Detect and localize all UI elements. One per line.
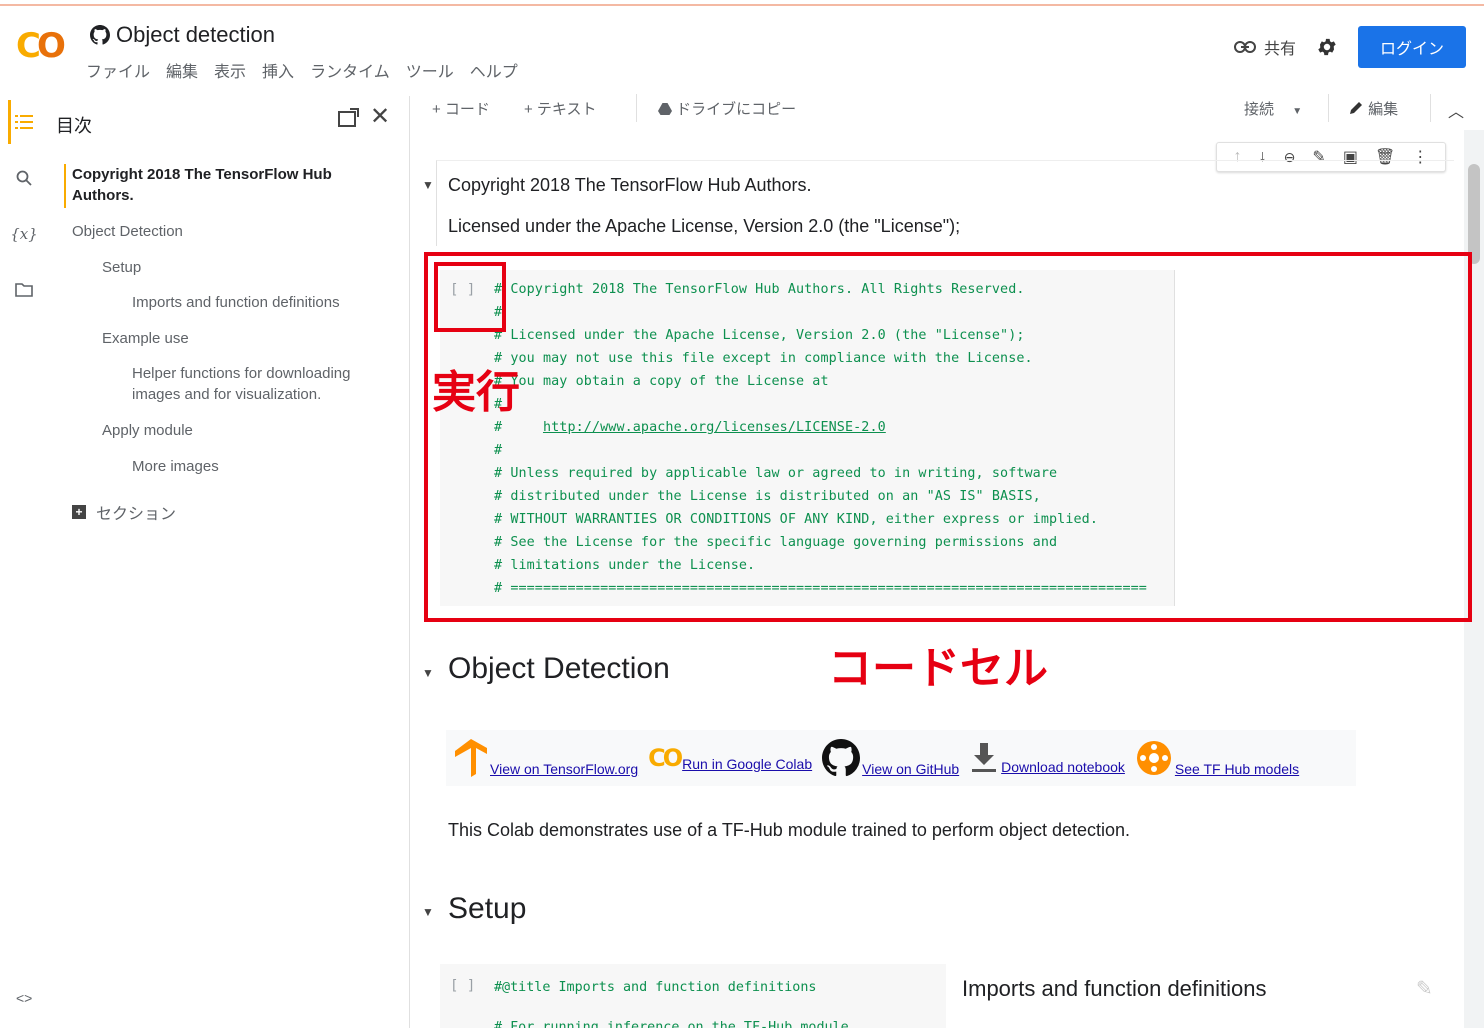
toc-title: 目次 bbox=[56, 116, 92, 136]
annotation-run-label: 実行 bbox=[432, 367, 520, 418]
code-line: #@title Imports and function definitions bbox=[494, 980, 817, 995]
edit-mode-button[interactable]: 編集 bbox=[1348, 98, 1398, 119]
header: CO Object detection ファイル 編集 表示 挿入 ランタイム … bbox=[0, 8, 1484, 88]
link-icon bbox=[1233, 41, 1256, 53]
toc-item-example-use[interactable]: Example use bbox=[102, 328, 189, 349]
section-heading-setup: Setup bbox=[448, 892, 527, 925]
chevron-down-icon: ▼ bbox=[1292, 106, 1303, 117]
title-area: Object detection bbox=[90, 22, 275, 48]
github-icon bbox=[90, 25, 110, 45]
text-cell-copyright[interactable]: Copyright 2018 The TensorFlow Hub Author… bbox=[436, 160, 1454, 246]
collapse-caret-icon[interactable]: ▼ bbox=[422, 178, 434, 192]
toc-item-apply-module[interactable]: Apply module bbox=[102, 420, 193, 441]
section-heading-object-detection: Object Detection bbox=[448, 652, 670, 685]
pencil-icon bbox=[1350, 102, 1362, 114]
section-label: セクション bbox=[96, 506, 177, 523]
github-icon bbox=[822, 739, 861, 777]
badge-link[interactable]: Run in Google Colab bbox=[682, 756, 812, 772]
toc-item-object-detection[interactable]: Object Detection bbox=[72, 221, 183, 242]
toc-icon[interactable] bbox=[12, 110, 36, 134]
download-icon bbox=[972, 743, 997, 772]
menu-file[interactable]: ファイル bbox=[86, 58, 150, 82]
share-button[interactable]: 共有 bbox=[1233, 35, 1296, 59]
plus-box-icon: + bbox=[72, 505, 86, 519]
toc-item-setup[interactable]: Setup bbox=[102, 257, 141, 278]
edit-label: 編集 bbox=[1368, 101, 1399, 118]
toc-item-imports[interactable]: Imports and function definitions bbox=[132, 292, 340, 313]
tensorflow-icon bbox=[455, 739, 487, 777]
menu-help[interactable]: ヘルプ bbox=[470, 58, 518, 82]
copy-to-drive-label: ドライブにコピー bbox=[676, 101, 797, 118]
menu-edit[interactable]: 編集 bbox=[166, 58, 198, 82]
toc-active-indicator bbox=[64, 164, 66, 208]
notebook-toolbar: + コード + テキスト ドライブにコピー 接続 ▼ 編集 ︿ bbox=[418, 90, 1484, 126]
menu-tools[interactable]: ツール bbox=[406, 58, 454, 82]
collapse-caret-icon[interactable]: ▼ bbox=[422, 905, 434, 919]
gear-icon[interactable] bbox=[1316, 36, 1338, 58]
pencil-icon[interactable]: ✎ bbox=[1416, 976, 1433, 1001]
variables-icon[interactable]: {x} bbox=[10, 222, 38, 246]
badge-link[interactable]: View on TensorFlow.org bbox=[490, 761, 638, 777]
description-paragraph: This Colab demonstrates use of a TF-Hub … bbox=[448, 820, 1131, 840]
badge-link[interactable]: See TF Hub models bbox=[1175, 761, 1299, 777]
colab-logo[interactable]: CO bbox=[16, 26, 66, 66]
add-text-button[interactable]: + テキスト bbox=[524, 98, 596, 119]
collapse-header-icon[interactable]: ︿ bbox=[1448, 98, 1464, 122]
toolbar-divider bbox=[1328, 94, 1329, 122]
add-code-button[interactable]: + コード bbox=[432, 98, 490, 119]
connect-label: 接続 bbox=[1244, 101, 1275, 118]
connect-button[interactable]: 接続 ▼ bbox=[1244, 98, 1302, 119]
badge-bar: View on TensorFlow.org CO Run in Google … bbox=[446, 730, 1356, 786]
toc-item-helper-functions[interactable]: Helper functions for downloading images … bbox=[132, 363, 398, 405]
colab-window: CO Object detection ファイル 編集 表示 挿入 ランタイム … bbox=[0, 0, 1484, 1028]
close-icon[interactable]: ✕ bbox=[370, 102, 390, 131]
rail-active-indicator bbox=[8, 100, 11, 144]
annotation-code-cell-label: コードセル bbox=[828, 643, 1048, 694]
badge-github[interactable]: View on GitHub bbox=[822, 739, 959, 777]
add-section-button[interactable]: + セクション bbox=[72, 500, 176, 524]
scrollbar-thumb[interactable] bbox=[1468, 164, 1480, 264]
share-label: 共有 bbox=[1263, 41, 1296, 58]
code-cell-imports[interactable]: [ ] #@title Imports and function definit… bbox=[440, 964, 946, 1028]
search-icon[interactable] bbox=[12, 166, 36, 190]
badge-link[interactable]: View on GitHub bbox=[862, 761, 959, 777]
open-in-tab-icon[interactable] bbox=[338, 108, 360, 128]
code-snippets-icon[interactable]: <> bbox=[16, 990, 32, 1006]
left-rail: {x} <> bbox=[0, 96, 48, 1028]
collapse-caret-icon[interactable]: ▼ bbox=[422, 666, 434, 680]
toc-item-copyright[interactable]: Copyright 2018 The TensorFlow Hub Author… bbox=[72, 164, 372, 206]
copy-to-drive-button[interactable]: ドライブにコピー bbox=[658, 98, 796, 119]
badge-download[interactable]: Download notebook bbox=[969, 741, 1125, 775]
tfhub-icon bbox=[1136, 741, 1171, 775]
toolbar-divider bbox=[1430, 94, 1431, 122]
copyright-heading: Copyright 2018 The TensorFlow Hub Author… bbox=[448, 175, 812, 195]
form-title: Imports and function definitions bbox=[962, 976, 1267, 1001]
drive-icon bbox=[658, 103, 672, 115]
toc-item-more-images[interactable]: More images bbox=[132, 456, 219, 477]
menu-bar: ファイル 編集 表示 挿入 ランタイム ツール ヘルプ bbox=[86, 58, 534, 82]
badge-colab[interactable]: CO Run in Google Colab bbox=[648, 744, 812, 772]
annotation-box-run bbox=[434, 262, 506, 332]
login-button[interactable]: ログイン bbox=[1358, 26, 1466, 68]
run-cell-button[interactable]: [ ] bbox=[450, 978, 475, 994]
badge-link[interactable]: Download notebook bbox=[1001, 759, 1125, 775]
annotation-box-code-cell bbox=[424, 252, 1472, 622]
folder-icon[interactable] bbox=[12, 278, 36, 302]
menu-insert[interactable]: 挿入 bbox=[262, 58, 294, 82]
top-accent-bar bbox=[0, 0, 1484, 6]
badge-tfhub[interactable]: See TF Hub models bbox=[1135, 739, 1299, 777]
toolbar-divider bbox=[636, 94, 637, 122]
header-actions: 共有 ログイン bbox=[1233, 26, 1466, 68]
badge-tensorflow[interactable]: View on TensorFlow.org bbox=[454, 739, 638, 777]
toc-panel: 目次 ✕ Copyright 2018 The TensorFlow Hub A… bbox=[48, 96, 410, 1028]
notebook-title[interactable]: Object detection bbox=[116, 22, 275, 48]
menu-view[interactable]: 表示 bbox=[214, 58, 246, 82]
code-line: # For running inference on the TF-Hub mo… bbox=[494, 1020, 857, 1028]
menu-runtime[interactable]: ランタイム bbox=[310, 58, 390, 82]
license-line: Licensed under the Apache License, Versi… bbox=[448, 216, 961, 236]
colab-icon: CO bbox=[648, 744, 683, 772]
